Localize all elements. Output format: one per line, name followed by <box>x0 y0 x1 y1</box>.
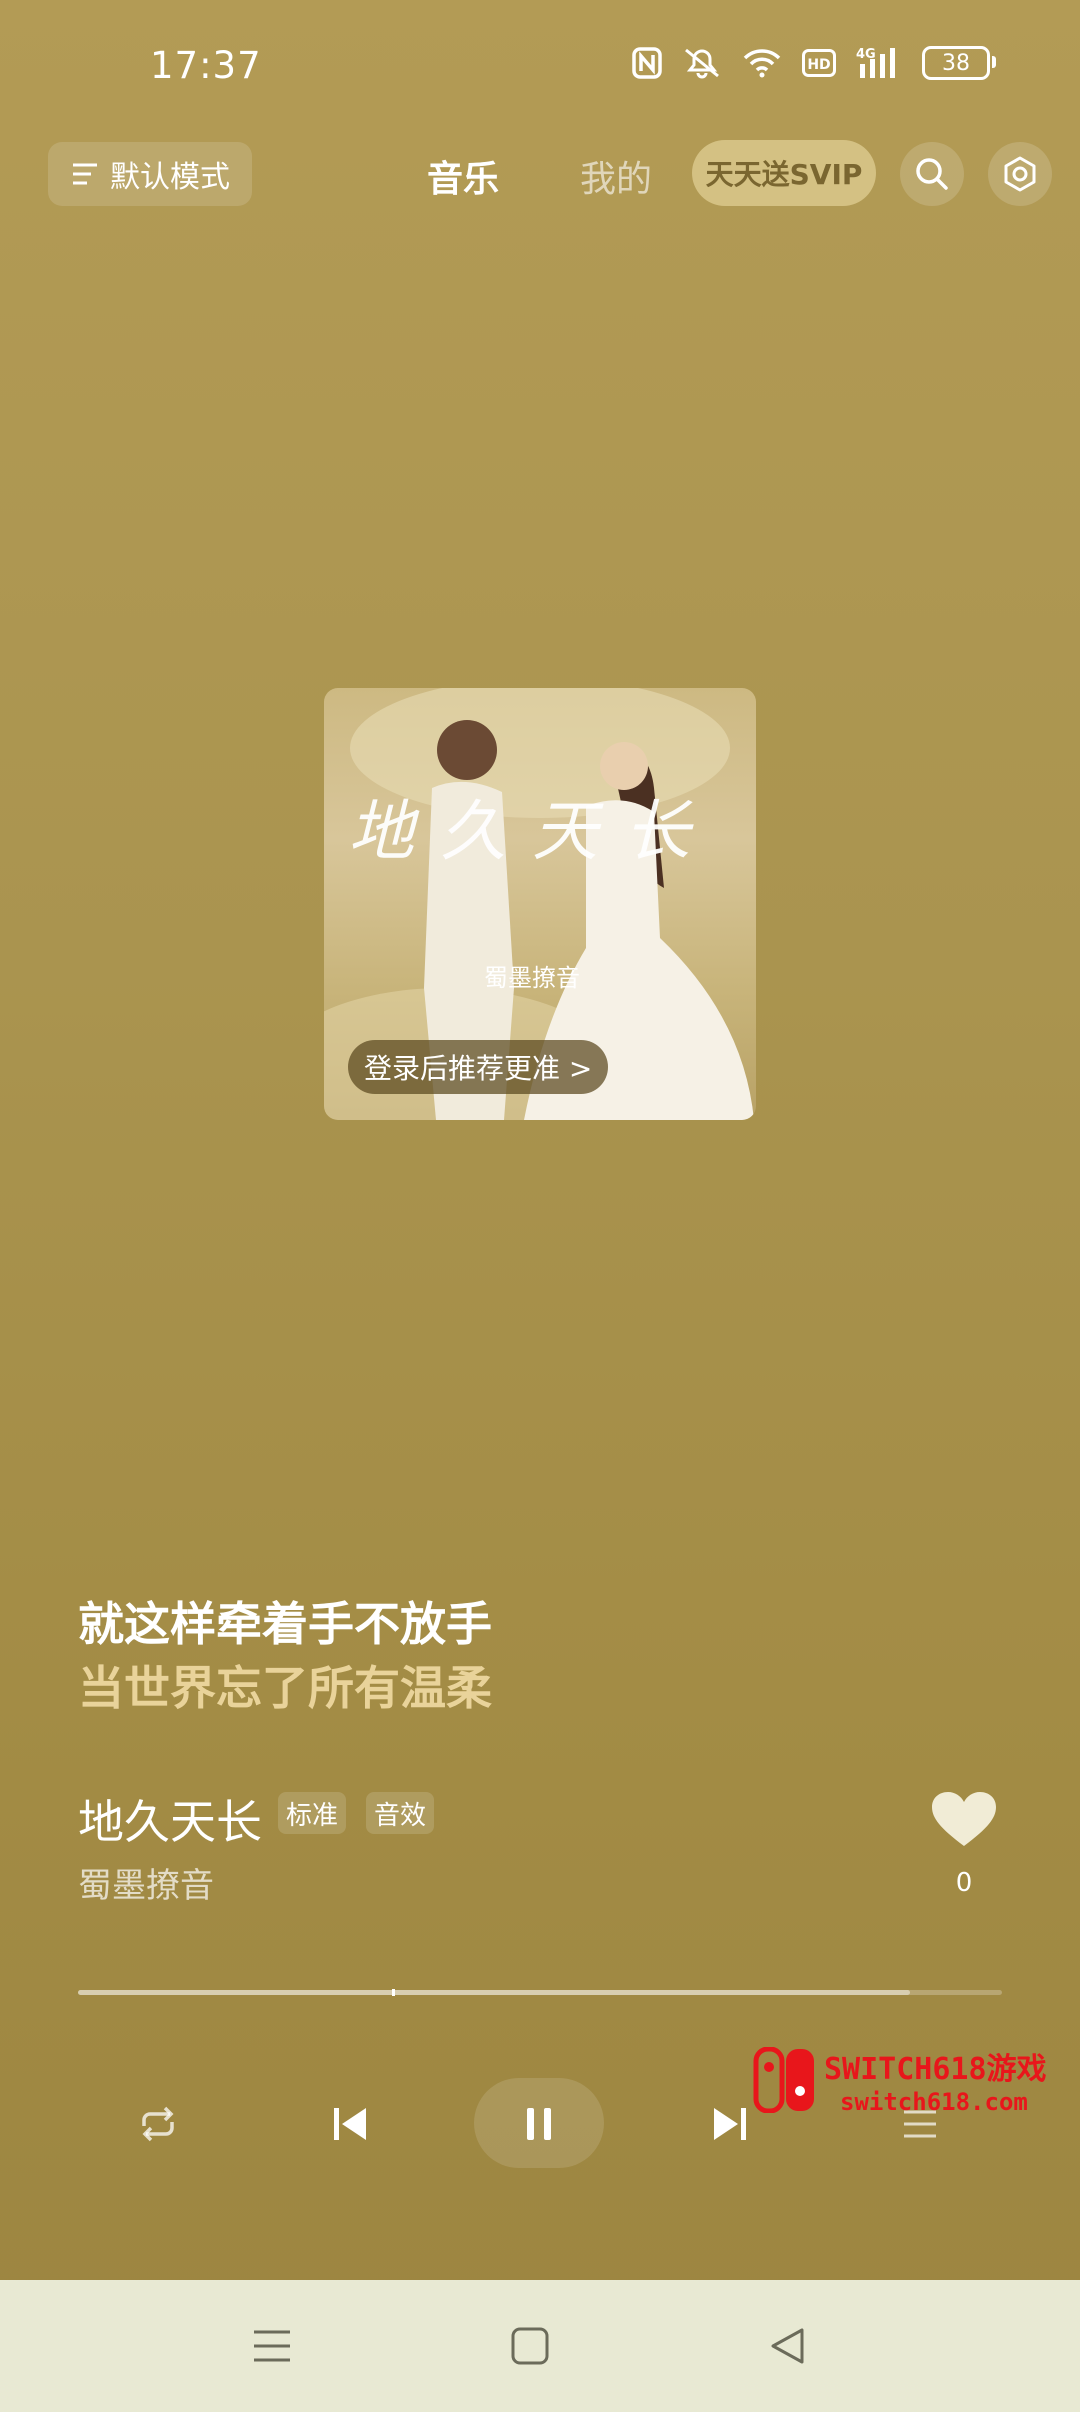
quality-tag[interactable]: 标准 <box>278 1792 347 1834</box>
repeat-button[interactable] <box>98 2080 218 2168</box>
wifi-icon <box>743 49 781 78</box>
mode-label: 默认模式 <box>110 160 230 195</box>
search-button[interactable] <box>900 142 964 206</box>
previous-button[interactable] <box>290 2080 410 2168</box>
login-prompt-button[interactable]: 登录后推荐更准 > <box>348 1040 609 1094</box>
previous-icon <box>334 2108 366 2140</box>
tab-mine[interactable]: 我的 <box>580 150 652 202</box>
pause-icon <box>527 2108 551 2140</box>
next-icon <box>714 2108 746 2140</box>
like-count: 0 <box>955 1868 973 1898</box>
repeat-icon <box>142 2106 174 2142</box>
nav-menu-button[interactable] <box>242 2316 302 2376</box>
status-time: 17:37 <box>150 44 262 87</box>
lyric-next[interactable]: 当世界忘了所有温柔 <box>78 1652 492 1718</box>
back-icon <box>771 2328 804 2364</box>
like-heart-icon[interactable] <box>930 1790 998 1850</box>
progress-thumb[interactable] <box>392 1989 396 1996</box>
cover-art-title: 地久天长 <box>348 793 716 870</box>
nav-home-button[interactable] <box>500 2316 560 2376</box>
mode-button[interactable]: 默认模式 <box>48 142 252 206</box>
search-icon <box>916 158 948 190</box>
song-title: 地久天长 <box>78 1795 262 1849</box>
settings-icon <box>1004 156 1036 192</box>
signal-4g-icon: 4G <box>856 47 895 78</box>
nfc-icon <box>632 47 662 79</box>
menu-lines-icon <box>73 163 97 185</box>
progress-bar[interactable] <box>78 1989 1002 1996</box>
watermark: SWITCH618游戏 switch618.com <box>752 2044 1047 2116</box>
cover-artist: 蜀墨撩音 <box>484 964 580 992</box>
pause-button[interactable] <box>479 2080 599 2168</box>
watermark-line2: switch618.com <box>840 2088 1028 2116</box>
svg-text:HD: HD <box>807 57 830 73</box>
progress-buffered <box>78 1990 910 1995</box>
battery-icon: 38 <box>922 46 996 80</box>
svip-button[interactable]: 天天送SVIP <box>692 140 876 206</box>
tab-music[interactable]: 音乐 <box>427 150 499 202</box>
battery-level: 38 <box>942 50 970 76</box>
watermark-logo-icon <box>753 2047 814 2113</box>
lyric-current[interactable]: 就这样牵着手不放手 <box>78 1588 492 1654</box>
artist-name[interactable]: 蜀墨撩音 <box>78 1858 214 1907</box>
effect-tag[interactable]: 音效 <box>366 1792 435 1834</box>
status-icons: HD 4G 38 <box>632 46 996 80</box>
menu-icon <box>254 2330 290 2362</box>
watermark-line1: SWITCH618游戏 <box>824 2052 1047 2087</box>
album-cover[interactable]: 地久天长 蜀墨撩音 登录后推荐更准 > <box>324 688 756 1120</box>
nav-back-button[interactable] <box>758 2316 818 2376</box>
settings-button[interactable] <box>988 142 1052 206</box>
home-icon <box>511 2327 549 2365</box>
hd-icon: HD <box>802 49 836 77</box>
mute-icon <box>685 48 719 79</box>
